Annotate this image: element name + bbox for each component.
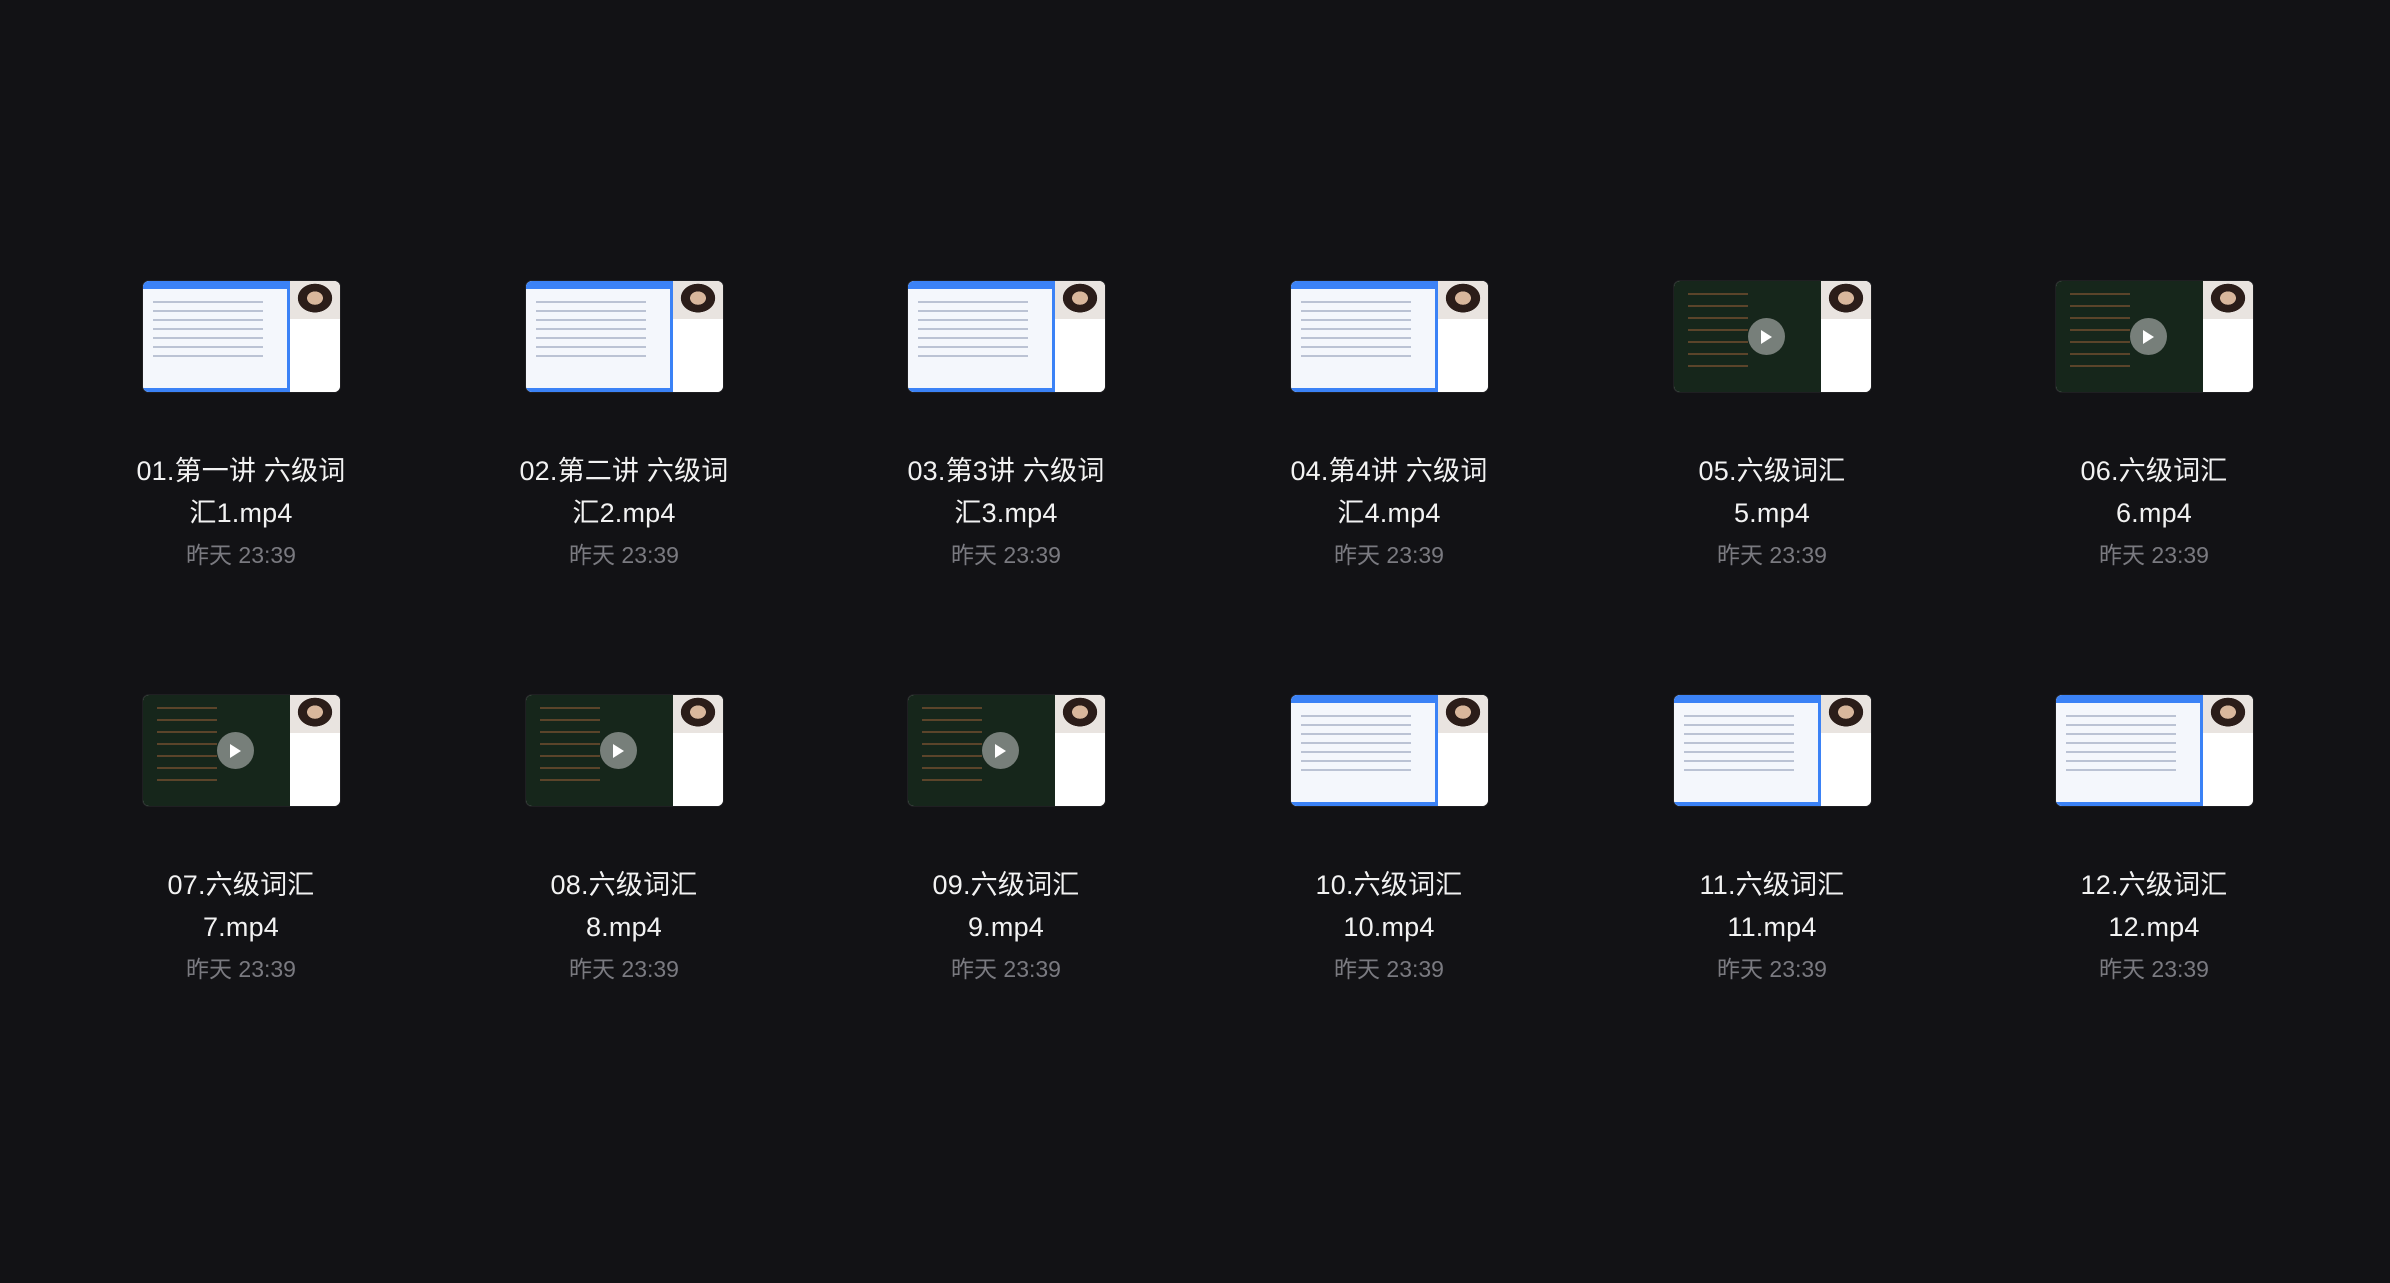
- presenter-image: [289, 281, 340, 319]
- video-thumbnail[interactable]: [2055, 281, 2253, 392]
- video-file-item[interactable]: 01.第一讲 六级词 汇1.mp4 昨天 23:39: [81, 281, 401, 574]
- play-icon[interactable]: [981, 732, 1019, 769]
- presenter-image: [1437, 695, 1488, 733]
- presenter-image: [1820, 695, 1871, 733]
- file-name: 04.第4讲 六级词 汇4.mp4: [1290, 456, 1488, 528]
- presenter-image: [2202, 281, 2253, 319]
- slide-accent-bar: [1673, 802, 1821, 806]
- video-thumbnail[interactable]: [525, 695, 723, 806]
- file-modified-date: 昨天 23:39: [2099, 956, 2209, 982]
- file-name: 06.六级词汇 6.mp4: [2080, 456, 2228, 528]
- presenter-image: [2202, 695, 2253, 733]
- video-file-item[interactable]: 03.第3讲 六级词 汇3.mp4 昨天 23:39: [846, 281, 1166, 574]
- file-name: 12.六级词汇 12.mp4: [2080, 870, 2228, 942]
- play-icon[interactable]: [1747, 318, 1785, 355]
- video-thumbnail[interactable]: [525, 281, 723, 392]
- file-modified-date: 昨天 23:39: [1717, 956, 1827, 982]
- slide-preview: [2055, 695, 2203, 806]
- video-thumbnail[interactable]: [1673, 695, 1871, 806]
- presenter-image: [1054, 695, 1105, 733]
- file-name: 01.第一讲 六级词 汇1.mp4: [136, 456, 346, 528]
- file-name: 05.六级词汇 5.mp4: [1698, 456, 1846, 528]
- file-modified-date: 昨天 23:39: [569, 542, 679, 568]
- video-file-item[interactable]: 04.第4讲 六级词 汇4.mp4 昨天 23:39: [1229, 281, 1549, 574]
- presenter-image: [289, 695, 340, 733]
- file-name: 02.第二讲 六级词 汇2.mp4: [519, 456, 729, 528]
- video-file-item[interactable]: 10.六级词汇 10.mp4 昨天 23:39: [1229, 695, 1549, 988]
- video-file-item[interactable]: 11.六级词汇 11.mp4 昨天 23:39: [1612, 695, 1932, 988]
- file-modified-date: 昨天 23:39: [951, 956, 1061, 982]
- slide-preview: [1290, 281, 1438, 392]
- presenter-image: [1820, 281, 1871, 319]
- file-name: 10.六级词汇 10.mp4: [1315, 870, 1463, 942]
- slide-preview: [907, 281, 1055, 392]
- presenter-image: [1054, 281, 1105, 319]
- slide-accent-bar: [142, 388, 290, 392]
- video-thumbnail[interactable]: [907, 281, 1105, 392]
- file-name: 08.六级词汇 8.mp4: [550, 870, 698, 942]
- video-file-item[interactable]: 06.六级词汇 6.mp4 昨天 23:39: [1994, 281, 2314, 574]
- video-file-item[interactable]: 07.六级词汇 7.mp4 昨天 23:39: [81, 695, 401, 988]
- file-modified-date: 昨天 23:39: [2099, 542, 2209, 568]
- file-grid: 01.第一讲 六级词 汇1.mp4 昨天 23:39 02.第二讲 六级词 汇2.m…: [0, 0, 2390, 1283]
- file-modified-date: 昨天 23:39: [569, 956, 679, 982]
- video-thumbnail[interactable]: [1290, 281, 1488, 392]
- file-modified-date: 昨天 23:39: [186, 956, 296, 982]
- presenter-image: [1437, 281, 1488, 319]
- file-modified-date: 昨天 23:39: [1334, 956, 1444, 982]
- video-file-item[interactable]: 12.六级词汇 12.mp4 昨天 23:39: [1994, 695, 2314, 988]
- slide-accent-bar: [907, 388, 1055, 392]
- slide-preview: [1290, 695, 1438, 806]
- presenter-image: [672, 281, 723, 319]
- file-modified-date: 昨天 23:39: [186, 542, 296, 568]
- video-file-item[interactable]: 05.六级词汇 5.mp4 昨天 23:39: [1612, 281, 1932, 574]
- video-thumbnail[interactable]: [1673, 281, 1871, 392]
- file-name: 03.第3讲 六级词 汇3.mp4: [907, 456, 1105, 528]
- video-thumbnail[interactable]: [1290, 695, 1488, 806]
- slide-accent-bar: [1290, 802, 1438, 806]
- presenter-image: [672, 695, 723, 733]
- video-thumbnail[interactable]: [142, 281, 340, 392]
- file-name: 07.六级词汇 7.mp4: [167, 870, 315, 942]
- file-modified-date: 昨天 23:39: [951, 542, 1061, 568]
- video-file-item[interactable]: 02.第二讲 六级词 汇2.mp4 昨天 23:39: [464, 281, 784, 574]
- slide-preview: [1673, 695, 1821, 806]
- video-thumbnail[interactable]: [2055, 695, 2253, 806]
- file-modified-date: 昨天 23:39: [1334, 542, 1444, 568]
- video-file-item[interactable]: 08.六级词汇 8.mp4 昨天 23:39: [464, 695, 784, 988]
- play-icon[interactable]: [216, 732, 254, 769]
- play-icon[interactable]: [599, 732, 637, 769]
- slide-preview: [142, 281, 290, 392]
- video-file-item[interactable]: 09.六级词汇 9.mp4 昨天 23:39: [846, 695, 1166, 988]
- video-thumbnail[interactable]: [142, 695, 340, 806]
- slide-accent-bar: [525, 388, 673, 392]
- play-icon[interactable]: [2129, 318, 2167, 355]
- slide-accent-bar: [1290, 388, 1438, 392]
- video-thumbnail[interactable]: [907, 695, 1105, 806]
- slide-accent-bar: [2055, 802, 2203, 806]
- slide-preview: [525, 281, 673, 392]
- file-name: 11.六级词汇 11.mp4: [1699, 870, 1845, 942]
- file-name: 09.六级词汇 9.mp4: [932, 870, 1080, 942]
- file-modified-date: 昨天 23:39: [1717, 542, 1827, 568]
